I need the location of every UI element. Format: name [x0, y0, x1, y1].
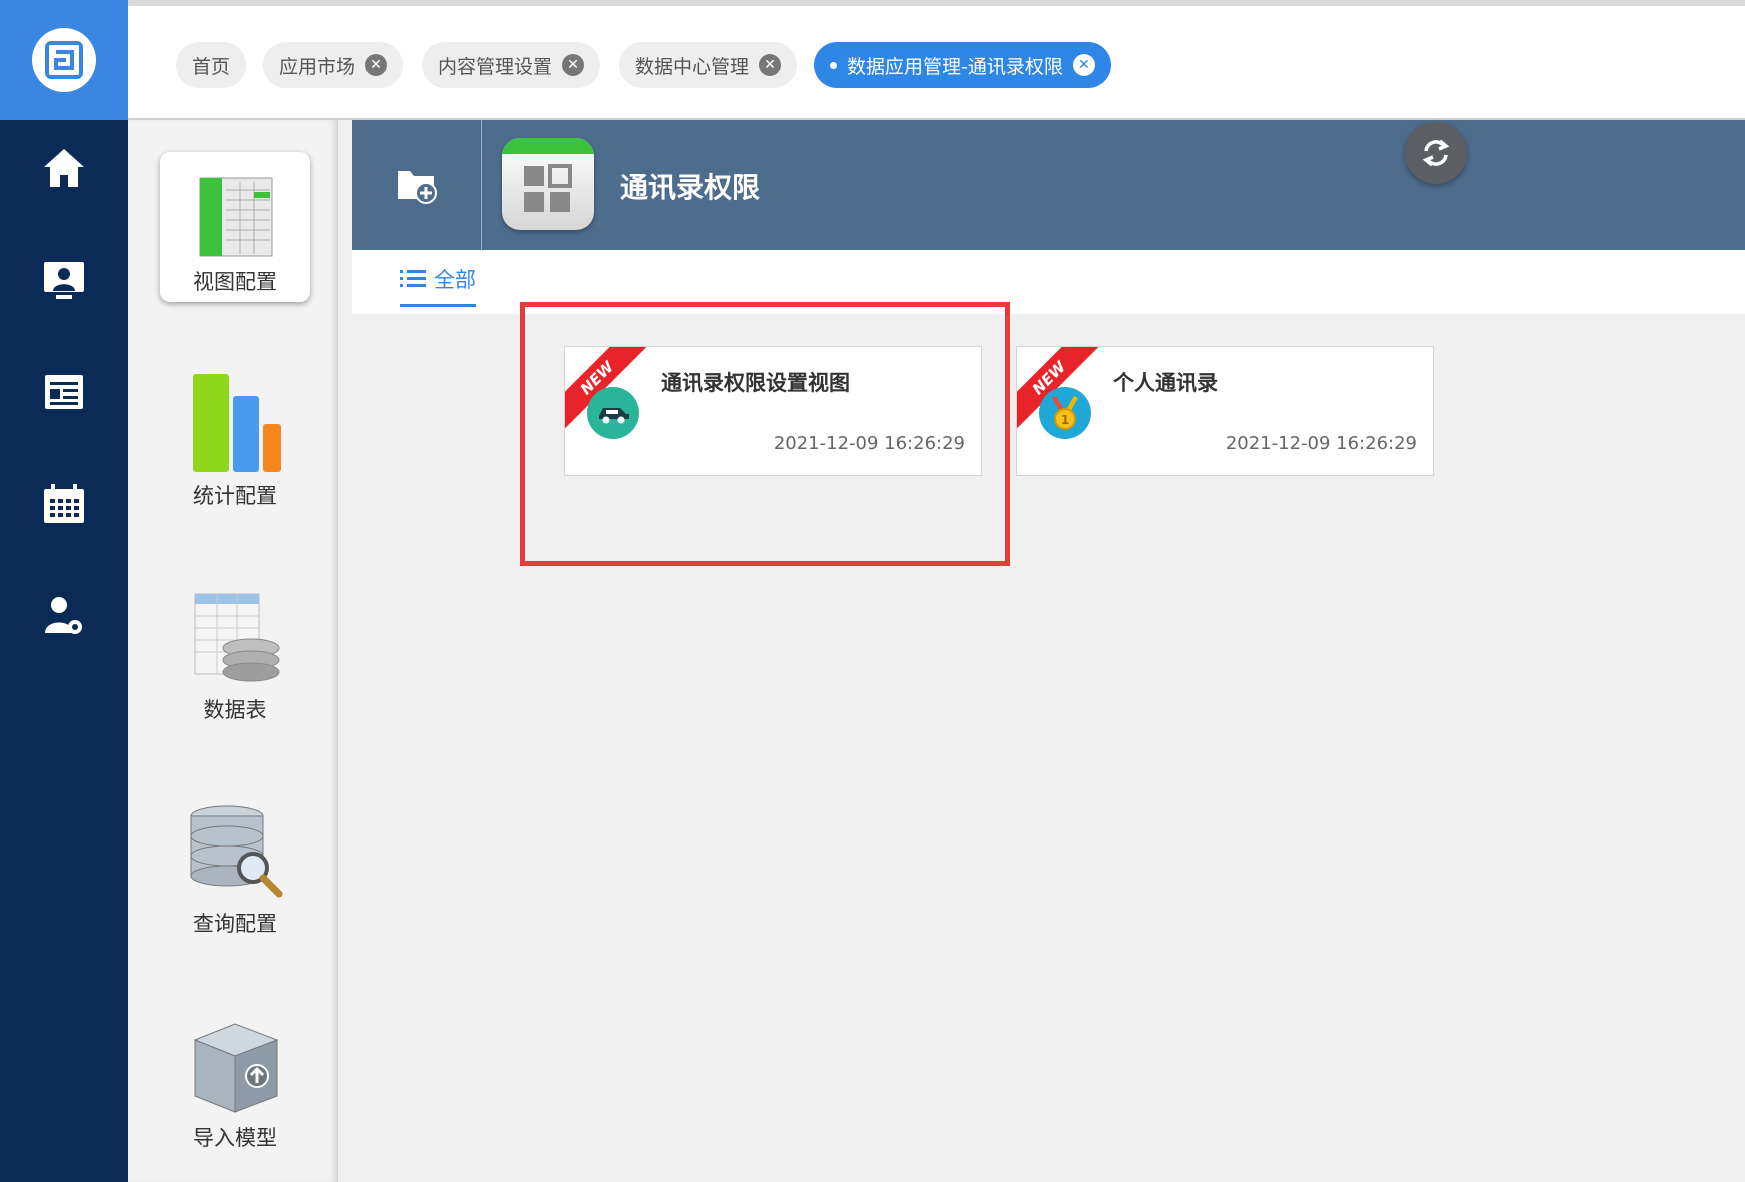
view-config-icon [199, 177, 273, 257]
folder-add-icon [397, 171, 437, 204]
filter-all-tab[interactable]: 全部 [400, 264, 476, 307]
app-logo[interactable] [0, 0, 128, 120]
config-item-query[interactable]: 查询配置 [160, 794, 310, 944]
config-item-label: 导入模型 [193, 1126, 277, 1150]
refresh-button[interactable] [1405, 122, 1467, 184]
calendar-icon [44, 484, 84, 523]
add-folder-button[interactable] [352, 120, 482, 250]
active-dot-icon [830, 61, 837, 69]
config-item-label: 数据表 [203, 698, 267, 722]
page-title: 通讯录权限 [620, 171, 761, 204]
config-item-label: 统计配置 [193, 484, 277, 508]
user-settings-icon [45, 597, 82, 634]
config-item-stats[interactable]: 统计配置 [160, 366, 310, 516]
tab-data-center[interactable]: 数据中心管理 ✕ [619, 42, 798, 88]
nav-monitor-user[interactable] [0, 240, 128, 320]
app-grid-icon [502, 138, 594, 230]
close-icon[interactable]: ✕ [365, 54, 388, 76]
config-item-label: 视图配置 [193, 270, 277, 294]
tab-app-market[interactable]: 应用市场 ✕ [263, 42, 404, 88]
card-date: 2021-12-09 16:26:29 [1225, 433, 1417, 454]
card-title: 通讯录权限设置视图 [661, 371, 850, 395]
home-icon [44, 149, 84, 187]
app-header: 通讯录权限 [352, 120, 1745, 250]
tab-label: 数据中心管理 [635, 55, 750, 78]
config-item-import[interactable]: 导入模型 [160, 1008, 310, 1158]
card-date: 2021-12-09 16:26:29 [773, 433, 965, 454]
close-icon[interactable]: ✕ [1072, 54, 1095, 76]
filter-all-label: 全部 [434, 268, 476, 292]
tab-bar: 首页 应用市场 ✕ 内容管理设置 ✕ 数据中心管理 ✕ 数据应用管理-通讯录权限… [128, 0, 1745, 120]
filter-bar: 全部 [352, 250, 1745, 314]
medal-icon: 1 [1039, 387, 1091, 439]
news-icon [45, 375, 83, 409]
left-nav-rail [0, 0, 128, 1182]
svg-text:1: 1 [1061, 413, 1069, 427]
database-search-icon [190, 805, 283, 898]
card-title: 个人通讯录 [1113, 371, 1218, 395]
app-card[interactable]: NEW 通讯录权限设置视图 2021-12-09 16:26:29 [564, 346, 982, 476]
nav-user-settings[interactable] [0, 576, 128, 656]
tab-label: 数据应用管理-通讯录权限 [847, 55, 1063, 78]
logo-icon [32, 28, 96, 92]
tab-label: 首页 [192, 55, 231, 78]
tab-contacts-permission[interactable]: 数据应用管理-通讯录权限 ✕ [814, 42, 1111, 88]
import-model-icon [193, 1023, 279, 1113]
tab-home[interactable]: 首页 [176, 42, 247, 88]
nav-calendar[interactable] [0, 464, 128, 544]
config-item-table[interactable]: 数据表 [160, 580, 310, 730]
car-icon [587, 387, 639, 439]
close-icon[interactable]: ✕ [759, 54, 782, 76]
list-icon [400, 270, 426, 287]
nav-home[interactable] [0, 128, 128, 208]
tab-label: 应用市场 [279, 55, 356, 78]
data-table-icon [194, 593, 280, 682]
tab-content-settings[interactable]: 内容管理设置 ✕ [422, 42, 601, 88]
tab-label: 内容管理设置 [438, 55, 553, 78]
close-icon[interactable]: ✕ [562, 54, 585, 76]
app-card[interactable]: NEW 1 个人通讯录 2021-12-09 16:26:29 [1016, 346, 1434, 476]
refresh-icon [1422, 139, 1450, 167]
config-item-label: 查询配置 [193, 912, 277, 936]
config-item-view[interactable]: 视图配置 [160, 152, 310, 302]
nav-news[interactable] [0, 352, 128, 432]
bar-chart-icon [193, 374, 281, 472]
config-sidebar: 视图配置 统计配置 数据表 查询配置 导入模型 [128, 120, 338, 1182]
monitor-user-icon [44, 262, 84, 299]
